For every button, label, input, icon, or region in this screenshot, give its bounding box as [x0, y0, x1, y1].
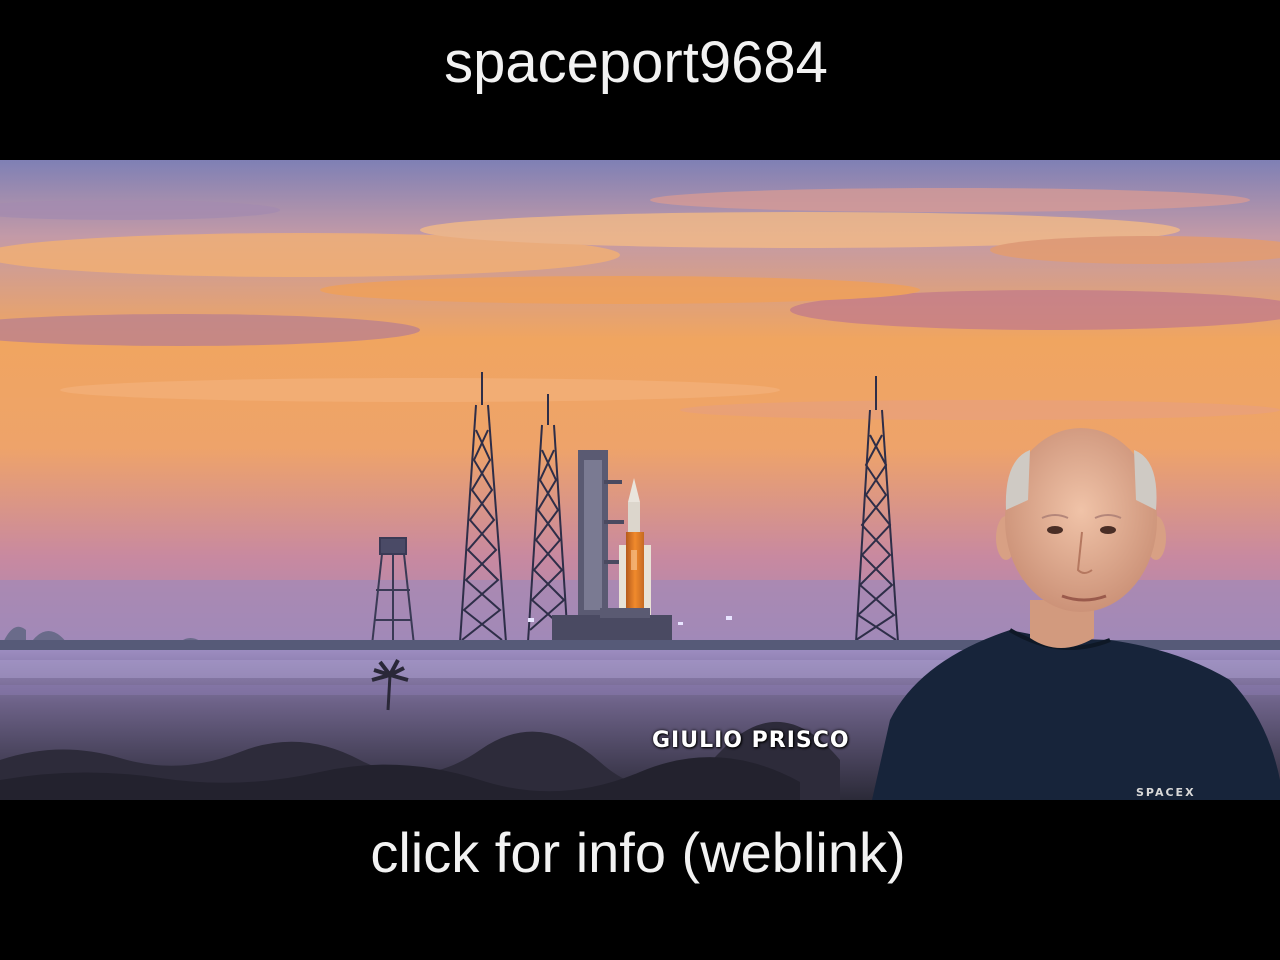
- page-title: spaceport9684: [444, 30, 828, 95]
- footer-bar: click for info (weblink): [0, 800, 1280, 960]
- launchpad-scene: [0, 160, 1280, 800]
- photographer-caption: GIULIO PRISCO: [652, 728, 850, 753]
- header-bar: spaceport9684: [0, 0, 1280, 160]
- info-weblink[interactable]: click for info (weblink): [0, 818, 1276, 888]
- banner-image[interactable]: GIULIO PRISCO SPACEX: [0, 160, 1280, 800]
- page: spaceport9684 GIULIO PRISCO SPACEX click…: [0, 0, 1280, 960]
- shirt-logo-text: SPACEX: [1136, 786, 1196, 799]
